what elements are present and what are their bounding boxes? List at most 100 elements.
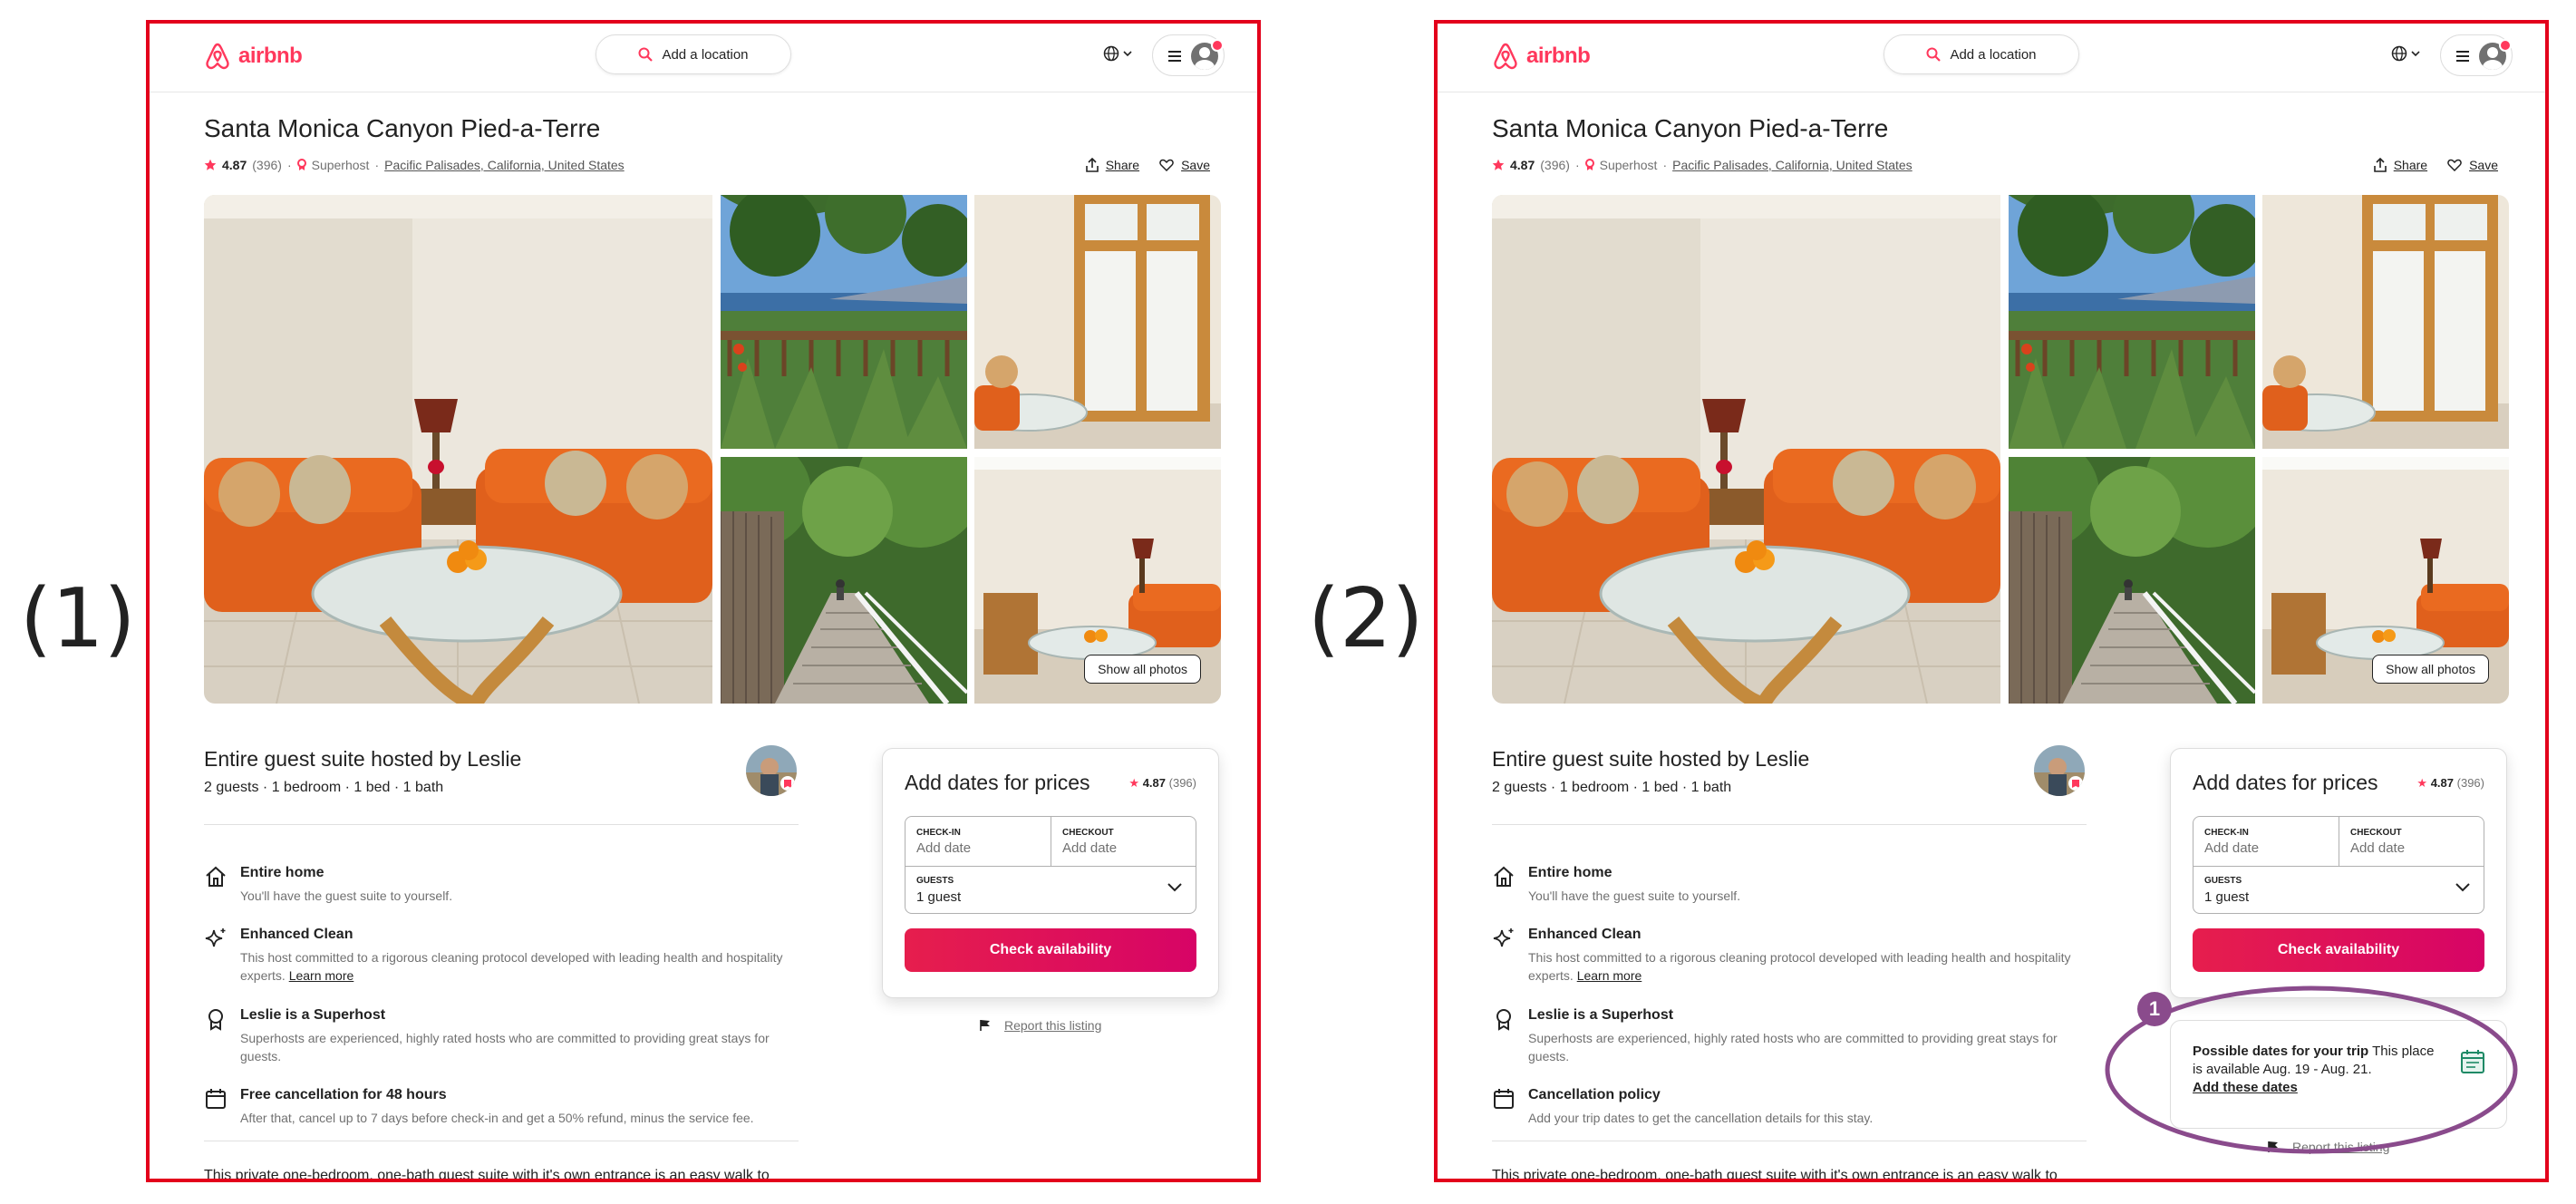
search-bar[interactable]: Add a location	[1884, 34, 2079, 74]
host-photo-icon	[746, 745, 797, 796]
superhost-label: Superhost	[1599, 158, 1658, 172]
listing-actions: Share Save	[1085, 158, 1210, 172]
rating-value: 4.87	[1142, 776, 1167, 790]
language-button[interactable]	[1103, 45, 1132, 62]
screenshot-panel-1: airbnb Add a location Santa Monica Canyo…	[146, 20, 1261, 1182]
chevron-down-icon	[1167, 883, 1182, 892]
photo-stairway[interactable]	[721, 457, 967, 704]
listing-actions: Share Save	[2373, 158, 2498, 172]
globe-icon	[1103, 45, 1119, 62]
checkin-value: Add date	[2204, 840, 2260, 856]
airbnb-logo[interactable]: airbnb	[204, 42, 303, 71]
photo-living-room[interactable]	[204, 195, 712, 704]
feature-description: You'll have the guest suite to yourself.	[1528, 888, 1741, 903]
feature-description: You'll have the guest suite to yourself.	[240, 888, 453, 903]
chevron-down-icon	[2455, 883, 2470, 892]
check-availability-button[interactable]: Check availability	[2193, 928, 2484, 972]
feature-title: Enhanced Clean	[1528, 927, 1641, 942]
host-avatar[interactable]	[2034, 745, 2085, 796]
show-all-photos-button[interactable]: Show all photos	[2372, 655, 2489, 684]
booking-card: Add dates for prices ★ 4.87 (396) CHECK-…	[2170, 748, 2507, 998]
save-label: Save	[1181, 158, 1210, 172]
meta-separator: ·	[374, 158, 380, 172]
review-count[interactable]: (396)	[252, 158, 282, 172]
logo-text: airbnb	[238, 44, 303, 68]
notification-dot	[1211, 39, 1224, 52]
review-count[interactable]: (396)	[2457, 776, 2484, 790]
host-avatar[interactable]	[746, 745, 797, 796]
review-count[interactable]: (396)	[1540, 158, 1570, 172]
user-menu-button[interactable]	[2440, 34, 2513, 76]
show-all-photos-button[interactable]: Show all photos	[1084, 655, 1201, 684]
search-icon	[1926, 47, 1942, 62]
guests-field[interactable]: GUESTS 1 guest	[905, 867, 1196, 914]
top-nav: airbnb Add a location	[150, 24, 1257, 92]
booking-title: Add dates for prices	[905, 771, 1090, 794]
photo-ocean-view[interactable]	[2009, 195, 2255, 449]
guests-field[interactable]: GUESTS 1 guest	[2193, 867, 2484, 914]
photo-ocean-view[interactable]	[721, 195, 967, 449]
location-link[interactable]: Pacific Palisades, California, United St…	[384, 158, 625, 172]
rating-value: 4.87	[222, 158, 247, 172]
home-icon	[1494, 866, 1514, 887]
feature-title: Leslie is a Superhost	[240, 1007, 386, 1023]
language-button[interactable]	[2391, 45, 2420, 62]
learn-more-link[interactable]: Learn more	[1577, 968, 1642, 983]
panel-label-2: (2)	[1308, 571, 1424, 666]
share-button[interactable]: Share	[1085, 158, 1139, 172]
photo-gallery: Show all photos	[204, 195, 1221, 704]
share-button[interactable]: Share	[2373, 158, 2427, 172]
photo-living-room-2[interactable]: Show all photos	[2262, 457, 2509, 704]
feature-cancellation: Cancellation policy Add your trip dates …	[1492, 1087, 2081, 1132]
host-subtitle: 2 guests · 1 bedroom · 1 bed · 1 bath	[204, 780, 444, 795]
feature-title: Enhanced Clean	[240, 927, 353, 942]
star-icon	[204, 159, 217, 170]
photo-living-room-2[interactable]: Show all photos	[974, 457, 1221, 704]
flag-icon	[980, 1020, 990, 1031]
home-icon	[206, 866, 226, 887]
feature-superhost: Leslie is a Superhost Superhosts are exp…	[1492, 1007, 2081, 1065]
star-icon: ★	[1128, 776, 1140, 790]
report-listing-link[interactable]: Report this listing	[979, 1018, 1101, 1033]
airbnb-logo-icon	[206, 43, 229, 70]
share-icon	[2373, 158, 2387, 172]
sparkle-icon	[205, 928, 226, 947]
menu-icon	[1168, 51, 1181, 62]
panel-label-1: (1)	[20, 571, 136, 666]
host-title: Entire guest suite hosted by Leslie	[1492, 747, 1810, 771]
save-label: Save	[2469, 158, 2498, 172]
learn-more-link[interactable]: Learn more	[289, 968, 354, 983]
checkin-field[interactable]: CHECK-IN Add date	[905, 817, 1051, 866]
photo-french-doors[interactable]	[2262, 195, 2509, 449]
checkin-label: CHECK-IN	[916, 828, 961, 838]
booking-rating: ★ 4.87 (396)	[2416, 776, 2484, 791]
location-link[interactable]: Pacific Palisades, California, United St…	[1672, 158, 1913, 172]
listing-meta: 4.87 (396) · Superhost · Pacific Palisad…	[204, 158, 625, 172]
check-availability-button[interactable]: Check availability	[905, 928, 1196, 972]
checkout-label: CHECKOUT	[1062, 828, 1114, 838]
photo-gallery: Show all photos	[1492, 195, 2509, 704]
user-menu-button[interactable]	[1152, 34, 1225, 76]
save-button[interactable]: Save	[1159, 158, 1210, 172]
checkout-field[interactable]: CHECKOUT Add date	[1051, 817, 1196, 866]
chevron-down-icon	[1123, 51, 1132, 57]
search-bar[interactable]: Add a location	[596, 34, 791, 74]
photo-stairway[interactable]	[2009, 457, 2255, 704]
checkout-field[interactable]: CHECKOUT Add date	[2339, 817, 2484, 866]
star-icon: ★	[2416, 776, 2428, 790]
feature-title: Leslie is a Superhost	[1528, 1007, 1674, 1023]
airbnb-logo[interactable]: airbnb	[1492, 42, 1591, 71]
review-count[interactable]: (396)	[1169, 776, 1196, 790]
save-button[interactable]: Save	[2447, 158, 2498, 172]
search-placeholder: Add a location	[1950, 46, 2037, 63]
booking-title: Add dates for prices	[2193, 771, 2378, 794]
checkin-field[interactable]: CHECK-IN Add date	[2193, 817, 2339, 866]
photo-living-room[interactable]	[1492, 195, 2000, 704]
feature-description: Superhosts are experienced, highly rated…	[1528, 1031, 2058, 1063]
listing-meta: 4.87 (396) · Superhost · Pacific Palisad…	[1492, 158, 1913, 172]
guests-label: GUESTS	[2204, 876, 2242, 886]
share-icon	[1085, 158, 1099, 172]
calendar-icon	[206, 1089, 226, 1109]
photo-french-doors[interactable]	[974, 195, 1221, 449]
booking-card: Add dates for prices ★ 4.87 (396) CHECK-…	[882, 748, 1219, 998]
